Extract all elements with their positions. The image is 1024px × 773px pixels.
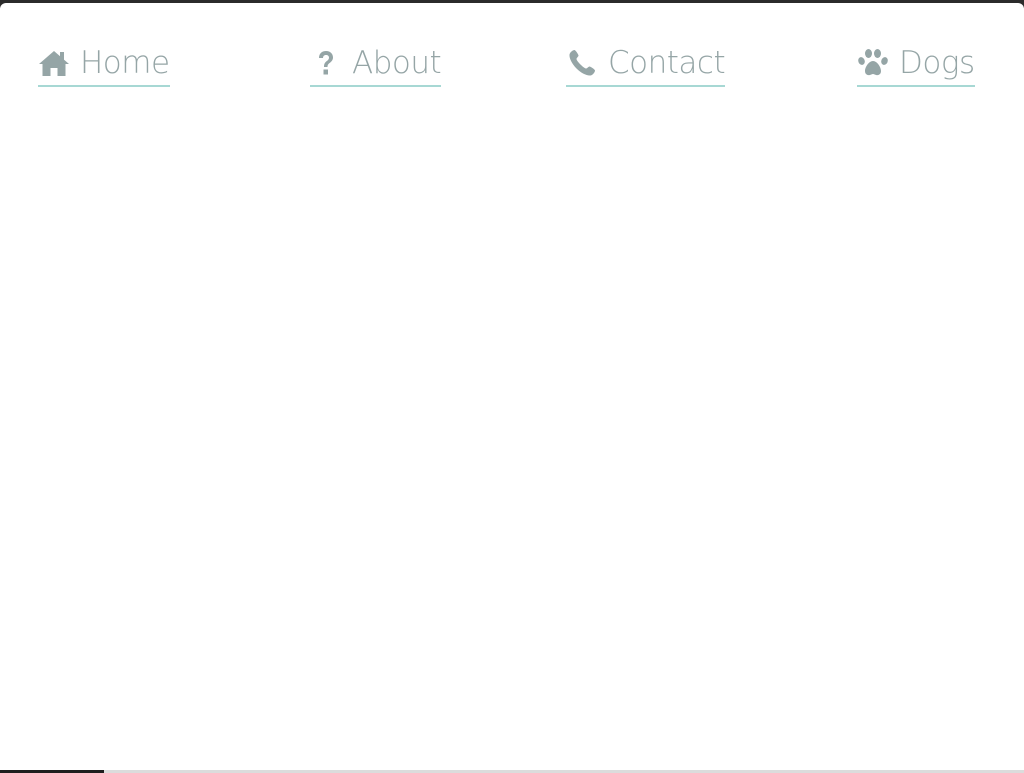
question-icon	[310, 47, 342, 79]
nav-link-contact[interactable]: Contact	[566, 41, 726, 87]
nav-link-label: Home	[80, 45, 170, 81]
browser-page: Home About Contact Dogs	[0, 3, 1024, 770]
nav-link-about[interactable]: About	[310, 41, 442, 87]
nav-link-dogs[interactable]: Dogs	[857, 41, 975, 87]
phone-icon	[566, 47, 598, 79]
nav-link-label: Dogs	[899, 45, 975, 81]
nav-link-label: Contact	[608, 45, 726, 81]
main-nav: Home About Contact Dogs	[0, 3, 1024, 113]
nav-link-label: About	[352, 45, 442, 81]
nav-link-home[interactable]: Home	[38, 41, 170, 87]
paw-icon	[857, 47, 889, 79]
home-icon	[38, 47, 70, 79]
